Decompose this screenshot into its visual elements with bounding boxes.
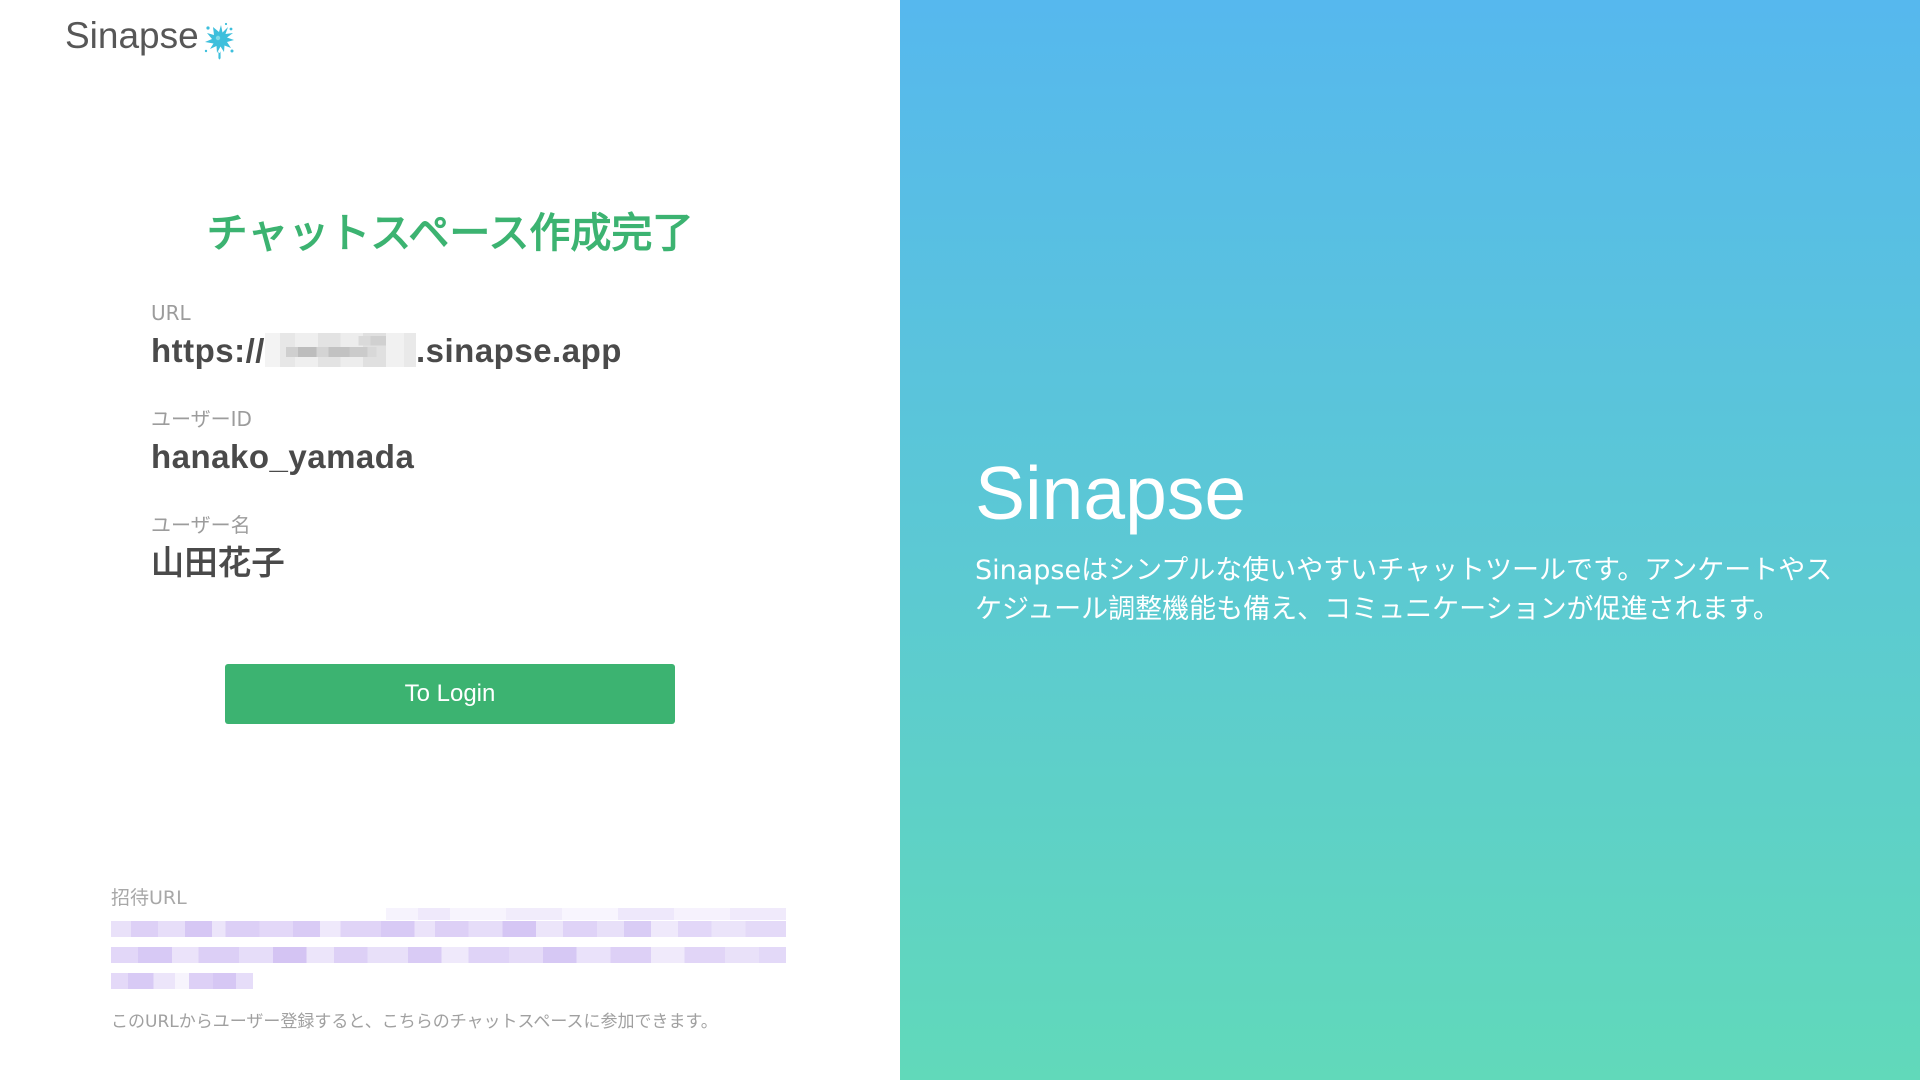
redacted-invite-url-line [111, 973, 253, 989]
account-details: URL https:// .sinapse.app ユーザーID hanako_y… [151, 300, 831, 618]
url-label: URL [151, 301, 191, 325]
hero-panel: Sinapse Sinapseはシンプルな使いやすいチャットツールです。アンケー… [900, 0, 1920, 1080]
to-login-button[interactable]: To Login [225, 664, 675, 724]
user-id-value: hanako_yamada [151, 438, 415, 475]
user-name-value: 山田花子 [151, 544, 285, 581]
user-name-label: ユーザー名 [151, 513, 251, 537]
hero-title: Sinapse [975, 451, 1247, 535]
user-id-label: ユーザーID [151, 407, 252, 431]
logo-link[interactable]: Sinapse [65, 12, 199, 60]
url-suffix: .sinapse.app [415, 332, 622, 369]
completion-panel: Sinapse チャットスペース作成完了 URL https:// .sinaps… [0, 0, 900, 1080]
invite-url-note: このURLからユーザー登録すると、こちらのチャットスペースに参加できます。 [111, 1012, 718, 1032]
url-prefix: https:// [151, 332, 265, 369]
page-title: チャットスペース作成完了 [206, 209, 694, 257]
redacted-invite-url-halo [386, 908, 786, 920]
logo-text: Sinapse [65, 15, 199, 56]
splash-icon [204, 22, 234, 60]
url-value: https:// .sinapse.app [151, 331, 831, 371]
redacted-invite-url-line [111, 921, 786, 937]
hero-description: Sinapseはシンプルな使いやすいチャットツールです。アンケートやスケジュール… [975, 555, 1833, 625]
redacted-subdomain [264, 333, 416, 367]
redacted-invite-url-line [111, 947, 786, 963]
url-field: URL https:// .sinapse.app [151, 300, 831, 371]
user-id-field: ユーザーID hanako_yamada [151, 406, 831, 477]
user-name-field: ユーザー名 山田花子 [151, 512, 831, 583]
invite-url-label: 招待URL [111, 887, 187, 909]
